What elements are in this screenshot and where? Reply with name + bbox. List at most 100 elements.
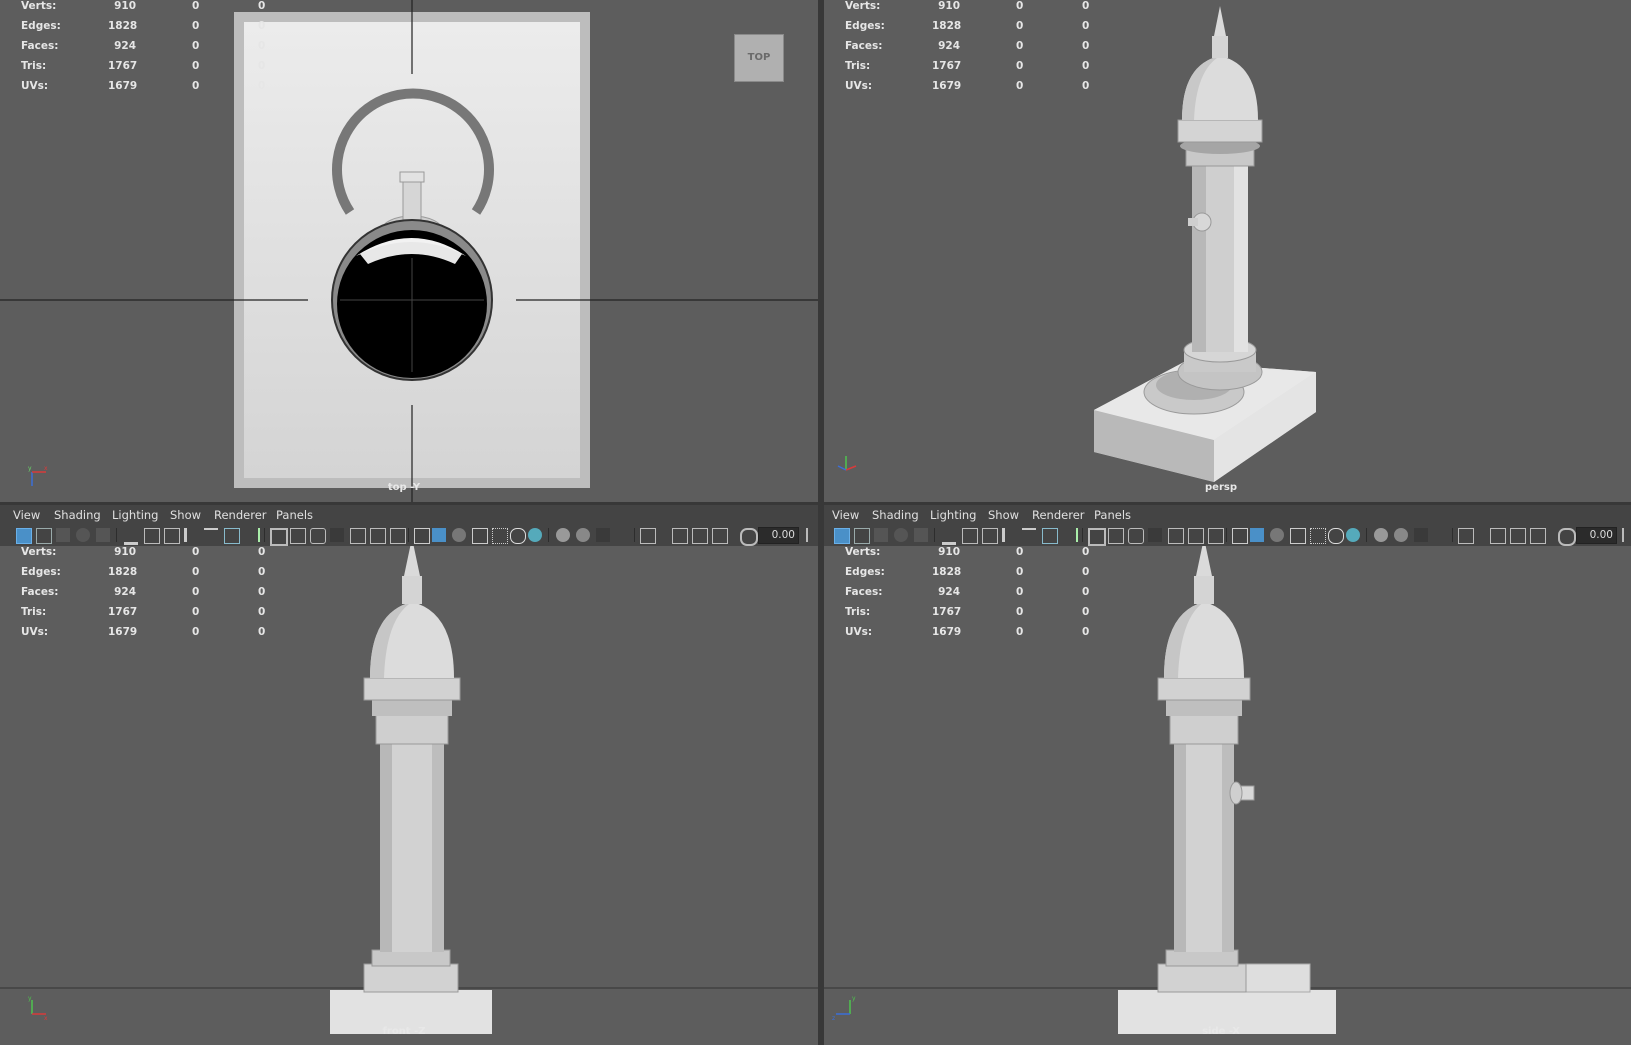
gamma-icon[interactable]	[806, 528, 816, 542]
menu-shading[interactable]: Shading	[54, 508, 101, 522]
menu-bar-front: View Shading Lighting Show Renderer Pane…	[0, 505, 818, 525]
grease-pencil-icon[interactable]	[962, 528, 978, 544]
wireframe-on-shaded-icon[interactable]	[452, 528, 466, 542]
wireframe-icon[interactable]	[1232, 528, 1248, 544]
textured-icon[interactable]	[1290, 528, 1306, 544]
viewport-persp[interactable]: Verts: 910 0 0 Edges: 1828 0 0 Faces: 924 0 0 Tri…	[824, 0, 1631, 502]
xray-icon[interactable]	[370, 528, 386, 544]
menu-lighting[interactable]: Lighting	[112, 508, 158, 522]
menu-renderer[interactable]: Renderer	[1032, 508, 1085, 522]
gamma-icon[interactable]	[1622, 528, 1630, 542]
menu-show[interactable]: Show	[170, 508, 201, 522]
gate-mask-icon[interactable]	[982, 528, 998, 544]
checker-icon[interactable]	[492, 528, 508, 544]
menu-show[interactable]: Show	[988, 508, 1019, 522]
field-chart-icon[interactable]	[1128, 528, 1144, 544]
resolution-gate-icon[interactable]	[1022, 528, 1036, 544]
film-icon[interactable]	[290, 528, 306, 544]
menu-lighting[interactable]: Lighting	[930, 508, 976, 522]
resolution-gate-icon[interactable]	[204, 528, 218, 544]
image-plane-icon[interactable]	[76, 528, 90, 542]
2d-pan-zoom-icon[interactable]	[914, 528, 928, 542]
camera-attributes-icon[interactable]	[36, 528, 52, 544]
paint-icon[interactable]	[1062, 528, 1078, 542]
motion-blur-icon[interactable]	[576, 528, 590, 542]
gate-icon[interactable]	[350, 528, 366, 544]
viewport-front[interactable]: Verts: 910 0 0 Edges: 1828 0 0 Faces: 924 0 0 Tri…	[0, 546, 818, 1045]
shadows-icon[interactable]	[528, 528, 542, 542]
text-icon[interactable]	[390, 528, 406, 544]
textured-icon[interactable]	[472, 528, 488, 544]
xray-joints-icon[interactable]	[1490, 528, 1506, 544]
paint-icon[interactable]	[244, 528, 260, 542]
exposure-field[interactable]: 0.00	[758, 527, 799, 544]
exposure-field[interactable]: 0.00	[1576, 527, 1617, 544]
axis-gizmo-icon	[837, 456, 857, 471]
exposure-icon[interactable]	[712, 528, 728, 544]
menu-panels[interactable]: Panels	[276, 508, 313, 522]
camera-icon[interactable]	[124, 528, 138, 545]
isolate-select-icon[interactable]	[1458, 528, 1474, 544]
safe-action-icon[interactable]	[1042, 528, 1058, 544]
toolbar-separator	[1452, 528, 1453, 542]
image-plane-icon[interactable]	[894, 528, 908, 542]
grid-icon[interactable]	[270, 528, 288, 546]
menu-panels[interactable]: Panels	[1094, 508, 1131, 522]
exposure-icon[interactable]	[1530, 528, 1546, 544]
bookmark-icon[interactable]	[56, 528, 70, 542]
grease-pencil-icon[interactable]	[144, 528, 160, 544]
bookmark-icon[interactable]	[874, 528, 888, 542]
antialias-icon[interactable]	[1414, 528, 1428, 542]
film-icon[interactable]	[1108, 528, 1124, 544]
svg-text:y: y	[852, 995, 856, 1002]
gate-mask-icon[interactable]	[164, 528, 180, 544]
lights-icon[interactable]	[1328, 528, 1344, 544]
safe-action-icon[interactable]	[224, 528, 240, 544]
shadows-icon[interactable]	[1346, 528, 1360, 542]
hud-row-faces: Faces: 924 0 0	[21, 40, 266, 52]
text-icon[interactable]	[1208, 528, 1224, 544]
checker-icon[interactable]	[1310, 528, 1326, 544]
motion-blur-icon[interactable]	[1394, 528, 1408, 542]
wireframe-on-shaded-icon[interactable]	[1270, 528, 1284, 542]
gamma-reset-icon[interactable]	[1558, 528, 1576, 546]
view-cube-top-button[interactable]: TOP	[734, 34, 784, 82]
camera-label-persp: persp	[1205, 482, 1237, 493]
viewport-side[interactable]: Verts: 910 0 0 Edges: 1828 0 0 Faces: 924 0 0 Tri…	[824, 546, 1631, 1045]
select-camera-icon[interactable]	[834, 528, 850, 544]
field-chart-icon[interactable]	[310, 528, 326, 544]
xray-icon[interactable]	[1188, 528, 1204, 544]
safe-title-icon[interactable]	[1148, 528, 1162, 542]
xray-joints-icon[interactable]	[672, 528, 688, 544]
hud-row-tris: Tris: 1767 0 0	[21, 60, 266, 72]
xray-active-icon[interactable]	[692, 528, 708, 544]
hud-row-verts: Verts: 910 0 0	[21, 0, 266, 12]
smooth-shade-icon[interactable]	[1250, 528, 1264, 542]
safe-title-icon[interactable]	[330, 528, 344, 542]
antialias-icon[interactable]	[596, 528, 610, 542]
camera-attributes-icon[interactable]	[854, 528, 870, 544]
menu-shading[interactable]: Shading	[872, 508, 919, 522]
camera-icon[interactable]	[942, 528, 956, 545]
hud-row-edges: Edges: 1828 0 0	[845, 566, 1090, 578]
film-gate-icon[interactable]	[1002, 528, 1019, 542]
wireframe-icon[interactable]	[414, 528, 430, 544]
ambient-occlusion-icon[interactable]	[556, 528, 570, 542]
lights-icon[interactable]	[510, 528, 526, 544]
menu-view[interactable]: View	[832, 508, 859, 522]
menu-view[interactable]: View	[13, 508, 40, 522]
gate-icon[interactable]	[1168, 528, 1184, 544]
hud-row-uvs: UVs: 1679 0 0	[845, 626, 1090, 638]
xray-active-icon[interactable]	[1510, 528, 1526, 544]
viewport-top[interactable]: Verts: 910 0 0 Edges: 1828 0 0 Faces: 924 0 0 Tri…	[0, 0, 818, 502]
select-camera-icon[interactable]	[16, 528, 32, 544]
film-gate-icon[interactable]	[184, 528, 201, 542]
menu-renderer[interactable]: Renderer	[214, 508, 267, 522]
isolate-select-icon[interactable]	[640, 528, 656, 544]
gamma-reset-icon[interactable]	[740, 528, 758, 546]
hud-row-verts: Verts: 910 0 0	[845, 546, 1090, 558]
2d-pan-zoom-icon[interactable]	[96, 528, 110, 542]
smooth-shade-icon[interactable]	[432, 528, 446, 542]
ambient-occlusion-icon[interactable]	[1374, 528, 1388, 542]
grid-icon[interactable]	[1088, 528, 1106, 546]
